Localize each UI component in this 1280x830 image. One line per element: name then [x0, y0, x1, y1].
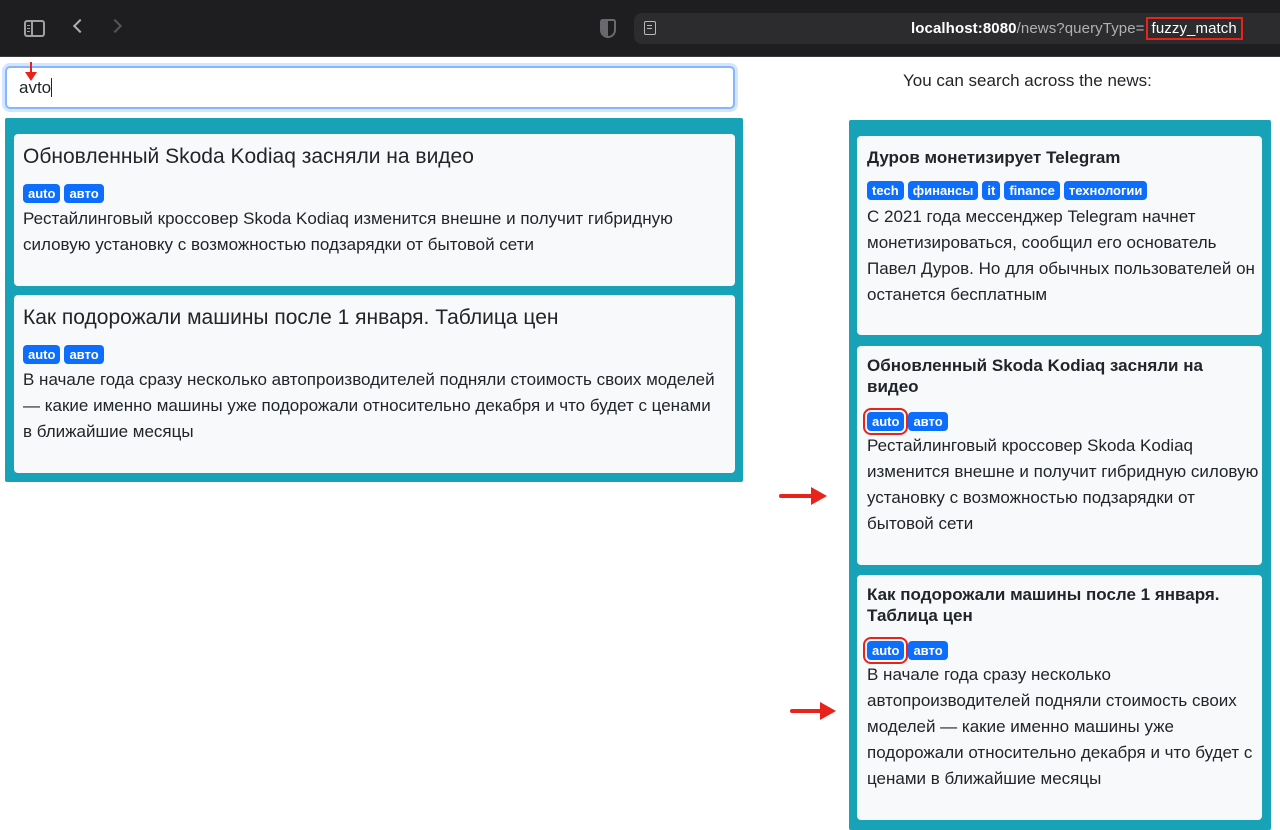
page-reader-icon[interactable] [644, 21, 656, 35]
tag-badge-highlighted[interactable]: auto [862, 408, 909, 435]
tag-badge[interactable]: auto [23, 345, 61, 364]
news-title: Обновленный Skoda Kodiaq засняли на виде… [867, 356, 1203, 396]
news-tags: auto авто [862, 408, 948, 435]
url-host: localhost:8080 [911, 20, 1017, 37]
news-card[interactable]: Как подорожали машины после 1 января. Та… [857, 575, 1262, 820]
tag-badge[interactable]: технологии [1063, 181, 1148, 200]
browser-toolbar: localhost:8080/news?queryType= fuzzy_matc… [0, 0, 1280, 57]
forward-chevron-icon[interactable] [107, 18, 123, 34]
sidebar-toggle-icon[interactable] [24, 20, 45, 37]
tag-badge-highlighted[interactable]: auto [862, 637, 909, 664]
tag-badge[interactable]: авто [908, 641, 948, 660]
news-card[interactable]: Дуров монетизирует Telegram tech финансы… [857, 136, 1262, 335]
search-results-panel: Обновленный Skoda Kodiaq засняли на виде… [5, 118, 743, 482]
news-body: Рестайлинговый кроссовер Skoda Kodiaq из… [867, 436, 1259, 533]
tag-badge[interactable]: авто [64, 345, 104, 364]
tag-badge[interactable]: авто [64, 184, 104, 203]
back-chevron-icon[interactable] [72, 18, 88, 34]
tag-badge[interactable]: финансы [907, 181, 979, 200]
tag-badge[interactable]: it [982, 181, 1001, 200]
result-title: Как подорожали машины после 1 января. Та… [23, 306, 559, 329]
news-tags: tech финансы it finance технологии [867, 181, 1148, 200]
annotation-arrow-icon [779, 487, 827, 505]
address-bar[interactable]: localhost:8080/news?queryType= fuzzy_matc… [634, 13, 1280, 44]
news-title: Дуров монетизирует Telegram [867, 148, 1121, 167]
result-title: Обновленный Skoda Kodiaq засняли на виде… [23, 145, 474, 168]
tag-badge[interactable]: авто [908, 412, 948, 431]
news-tags: auto авто [862, 637, 948, 664]
annotation-arrow-down-icon [25, 62, 37, 81]
result-card[interactable]: Как подорожали машины после 1 января. Та… [14, 295, 735, 473]
result-body: Рестайлинговый кроссовер Skoda Kodiaq из… [23, 209, 673, 254]
all-news-panel: Дуров монетизирует Telegram tech финансы… [849, 120, 1271, 830]
tag-badge[interactable]: auto [23, 184, 61, 203]
news-title: Как подорожали машины после 1 января. Та… [867, 585, 1220, 625]
url-path: /news?queryType= [1016, 20, 1145, 37]
search-input[interactable]: avto [5, 66, 735, 109]
url-text[interactable]: localhost:8080/news?queryType= fuzzy_matc… [911, 17, 1243, 40]
result-body: В начале года сразу несколько автопроизв… [23, 370, 715, 441]
url-query-highlight: fuzzy_match [1145, 17, 1243, 40]
tag-badge[interactable]: finance [1004, 181, 1060, 200]
tag-badge[interactable]: tech [867, 181, 904, 200]
privacy-shield-icon[interactable] [600, 19, 616, 38]
text-caret [51, 78, 53, 97]
annotation-arrow-icon [790, 702, 836, 720]
news-card[interactable]: Обновленный Skoda Kodiaq засняли на виде… [857, 346, 1262, 565]
news-body: С 2021 года мессенджер Telegram начнет м… [867, 207, 1255, 304]
result-card[interactable]: Обновленный Skoda Kodiaq засняли на виде… [14, 134, 735, 286]
result-tags: auto авто [23, 345, 104, 364]
search-hint: You can search across the news: [903, 71, 1152, 90]
news-body: В начале года сразу несколько автопроизв… [867, 665, 1253, 788]
result-tags: auto авто [23, 184, 104, 203]
